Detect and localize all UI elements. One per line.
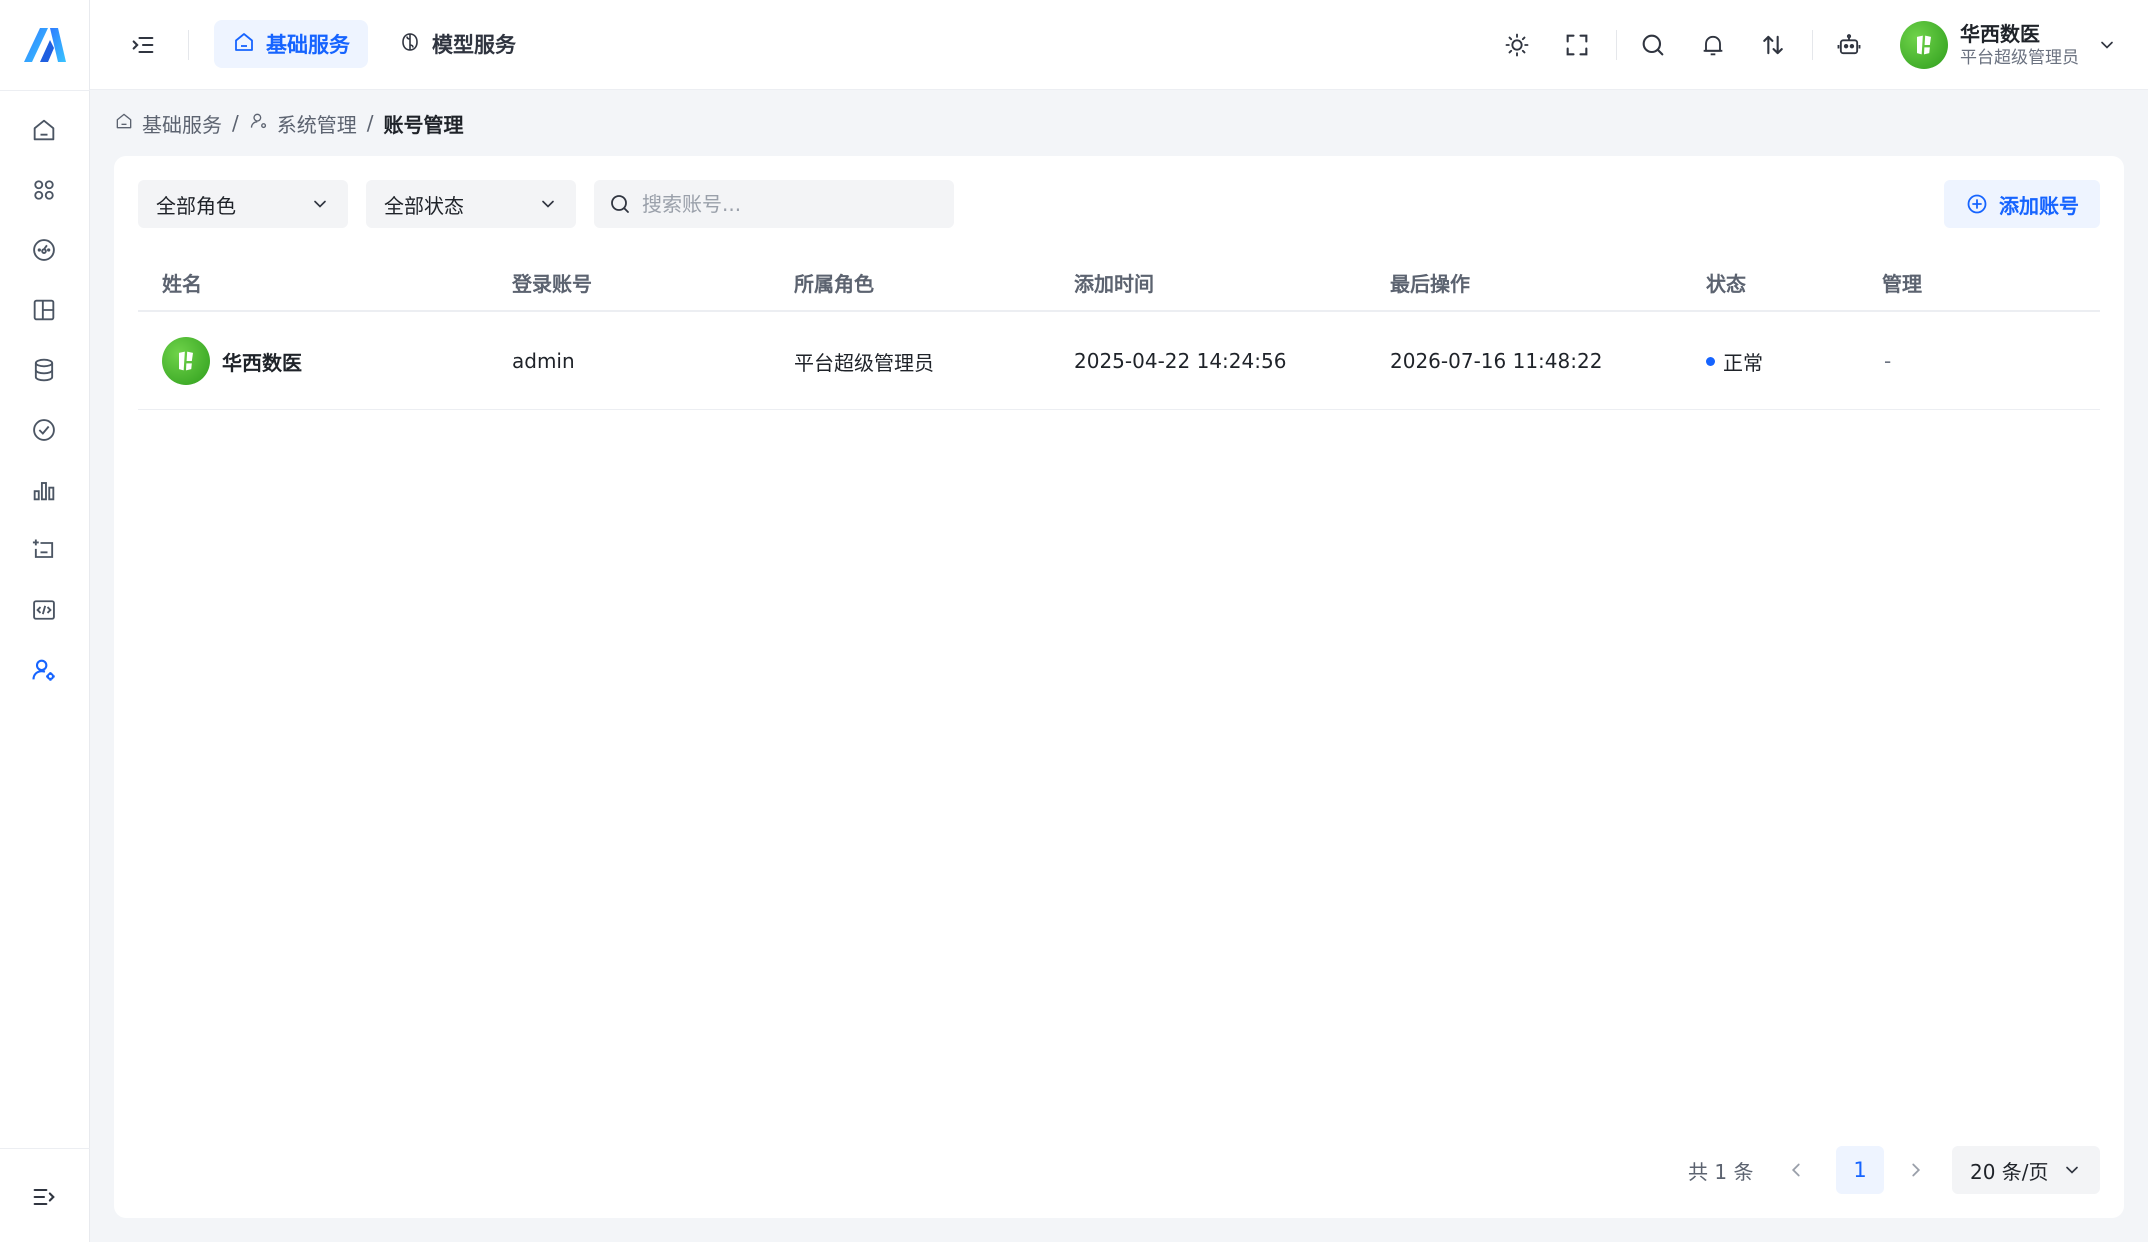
column-header[interactable]: 姓名 (162, 252, 202, 312)
chevron-down-icon (314, 200, 326, 208)
menu-toggle-icon[interactable] (122, 24, 164, 66)
sidebar-user-settings-icon[interactable] (25, 651, 63, 689)
sidebar-home-icon[interactable] (25, 111, 63, 149)
sort-arrows-icon[interactable] (1752, 24, 1794, 66)
chevron-down-icon (2066, 1166, 2078, 1174)
column-header[interactable]: 登录账号 (512, 252, 592, 312)
status-badge: 正常 (1723, 350, 1763, 375)
cell-manage: - (1884, 349, 1892, 373)
page-number-current[interactable]: 1 (1836, 1146, 1884, 1194)
prev-page-button[interactable] (1776, 1146, 1816, 1194)
account-table: 姓名 登录账号 所属角色 添加时间 最后操作 状态 管理 华西数医 admin … (138, 252, 2100, 410)
brain-icon (398, 30, 422, 59)
breadcrumb-separator: / (366, 111, 374, 135)
user-name: 华西数医 (1960, 22, 2040, 46)
chevron-left-icon (1791, 1163, 1800, 1177)
pagination-total: 共 1 条 (1688, 1159, 1754, 1184)
account-search (594, 180, 954, 228)
sidebar-database-icon[interactable] (25, 351, 63, 389)
cell-name: 华西数医 (162, 312, 302, 410)
table-row[interactable]: 华西数医 admin 平台超级管理员 2025-04-22 14:24:56 2… (138, 312, 2100, 410)
sidebar-bar-chart-icon[interactable] (25, 471, 63, 509)
pagination: 共 1 条 1 20 条/页 (114, 1146, 2124, 1194)
column-header[interactable]: 状态 (1706, 252, 1746, 312)
breadcrumb-root[interactable]: 基础服务 (142, 109, 222, 138)
bell-icon[interactable] (1692, 24, 1734, 66)
cell-status: 正常 (1706, 312, 1763, 410)
role-filter-value: 全部角色 (156, 193, 236, 218)
chevron-right-icon (1912, 1163, 1921, 1177)
robot-icon[interactable] (1828, 24, 1870, 66)
breadcrumb-current: 账号管理 (383, 112, 464, 137)
top-header: 基础服务 模型服务 华西数医 平台超级管理员 (90, 0, 2148, 90)
chevron-down-icon (542, 200, 554, 208)
tab-model-services[interactable]: 模型服务 (380, 20, 534, 68)
cell-last-action: 2026-07-16 11:48:22 (1390, 349, 1603, 373)
sidebar (0, 0, 90, 1242)
page-size-select[interactable]: 20 条/页 (1952, 1146, 2100, 1194)
sidebar-add-task-icon[interactable] (25, 531, 63, 569)
breadcrumb-separator: / (232, 111, 239, 135)
add-account-button[interactable]: 添加账号 (1944, 180, 2100, 228)
column-header[interactable]: 管理 (1882, 252, 1922, 312)
cell-created-time: 2025-04-22 14:24:56 (1074, 349, 1287, 373)
user-menu[interactable]: 华西数医 平台超级管理员 (1900, 20, 2117, 70)
column-header[interactable]: 最后操作 (1390, 252, 1470, 312)
add-account-label: 添加账号 (1999, 193, 2079, 218)
status-filter-value: 全部状态 (384, 193, 464, 218)
plus-circle-icon (1967, 194, 1987, 214)
search-input[interactable] (642, 192, 940, 216)
sidebar-apps-icon[interactable] (25, 171, 63, 209)
breadcrumb: 基础服务 / 系统管理 / 账号管理 (114, 108, 464, 138)
role-filter-select[interactable]: 全部角色 (138, 180, 348, 228)
sidebar-collapse-icon[interactable] (25, 1178, 63, 1216)
status-dot (1706, 356, 1715, 366)
sidebar-layout-icon[interactable] (25, 291, 63, 329)
column-header[interactable]: 添加时间 (1074, 252, 1154, 312)
avatar (162, 337, 210, 385)
home-icon (114, 111, 134, 136)
sidebar-code-icon[interactable] (25, 591, 63, 629)
account-card: 全部角色 全部状态 添加账号 姓名 登录账号 所属角色 添加时间 最后操作 状态… (114, 156, 2124, 1218)
cell-role: 平台超级管理员 (794, 350, 934, 375)
avatar (1900, 21, 1948, 69)
page-size-value: 20 条/页 (1970, 1159, 2049, 1184)
app-logo[interactable] (20, 24, 68, 66)
search-icon[interactable] (1632, 24, 1674, 66)
user-name: 华西数医 (222, 350, 302, 375)
search-icon (611, 195, 629, 213)
cell-account: admin (512, 349, 575, 373)
sidebar-dashboard-icon[interactable] (25, 231, 63, 269)
next-page-button[interactable] (1896, 1146, 1936, 1194)
chevron-down-icon (2101, 41, 2113, 49)
user-settings-icon (249, 111, 269, 136)
fullscreen-icon[interactable] (1556, 24, 1598, 66)
tab-label: 模型服务 (432, 33, 516, 57)
table-header: 姓名 登录账号 所属角色 添加时间 最后操作 状态 管理 (138, 252, 2100, 312)
tab-label: 基础服务 (266, 33, 350, 57)
breadcrumb-parent[interactable]: 系统管理 (277, 109, 357, 138)
status-filter-select[interactable]: 全部状态 (366, 180, 576, 228)
home-icon (232, 30, 256, 59)
sidebar-check-circle-icon[interactable] (25, 411, 63, 449)
theme-sun-icon[interactable] (1496, 24, 1538, 66)
user-role: 平台超级管理员 (1960, 48, 2079, 68)
tab-basic-services[interactable]: 基础服务 (214, 20, 368, 68)
column-header[interactable]: 所属角色 (794, 252, 874, 312)
